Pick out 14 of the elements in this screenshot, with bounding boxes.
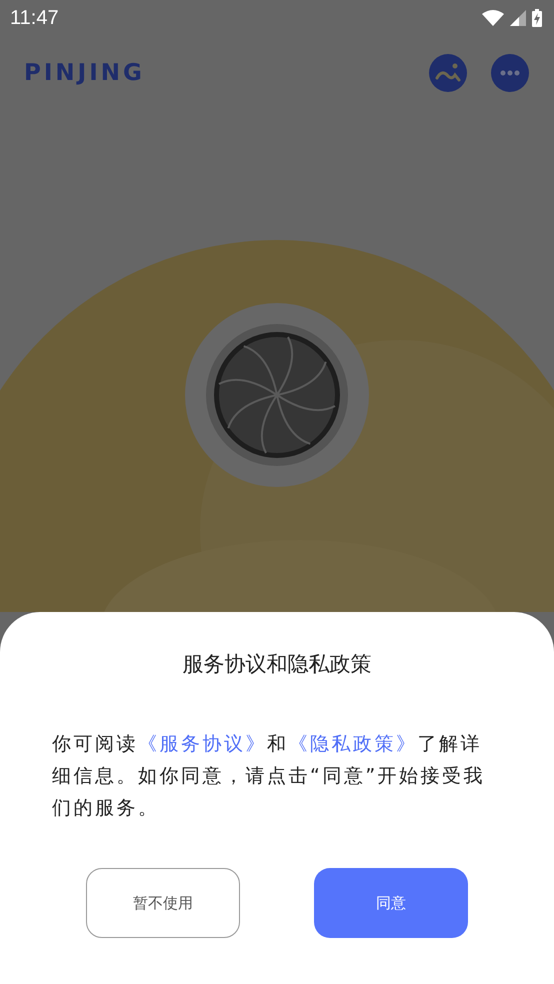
signal-icon [510, 10, 526, 26]
app-logo: PINJING [24, 60, 145, 86]
dialog-title: 服务协议和隐私政策 [182, 651, 372, 678]
camera-shutter-icon [185, 303, 369, 487]
policy-link[interactable]: 《服务协议》 [138, 733, 267, 755]
wifi-icon [482, 10, 504, 26]
agree-button[interactable]: 同意 [314, 868, 468, 938]
decline-button[interactable]: 暂不使用 [86, 868, 240, 938]
more-icon[interactable] [491, 54, 529, 92]
status-time: 11:47 [10, 6, 59, 30]
dialog-message: 你可阅读《服务协议》和《隐私政策》了解详细信息。如你同意，请点击“同意”开始接受我们的服务。 [52, 732, 486, 821]
policy-link[interactable]: 《隐私政策》 [288, 733, 418, 755]
gallery-icon[interactable] [429, 54, 467, 92]
battery-charging-icon [532, 9, 542, 27]
